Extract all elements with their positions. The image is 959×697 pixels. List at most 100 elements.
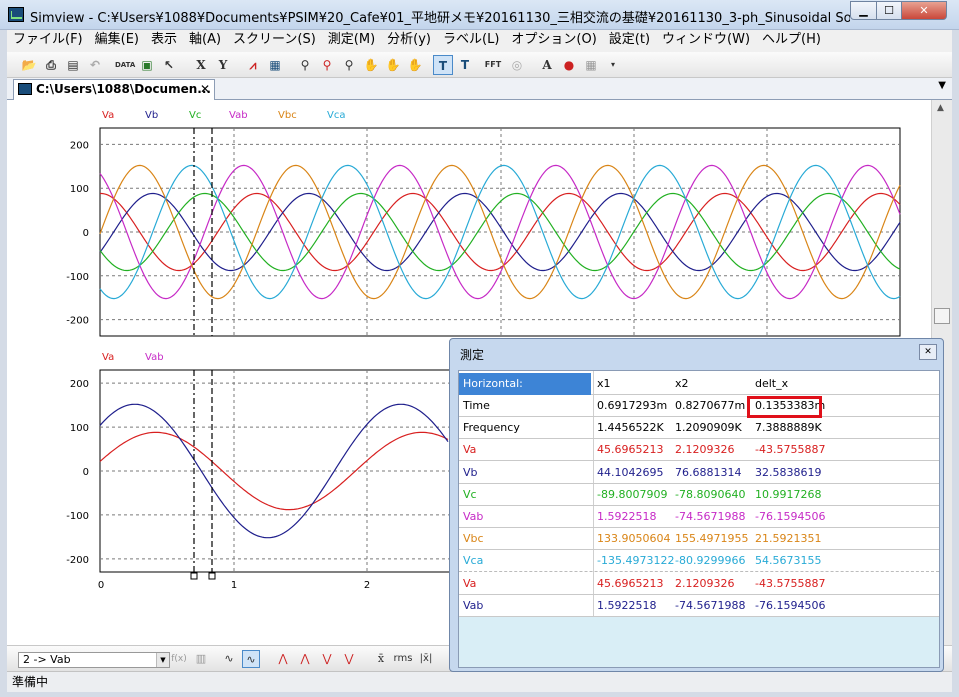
measure-header-row: Horizontal: x1 x2 delt_x	[459, 373, 939, 395]
scroll-up-icon[interactable]: ▲	[937, 103, 944, 113]
status-text: 準備中	[12, 675, 49, 689]
wave-selected-icon[interactable]: ∿	[242, 650, 260, 668]
main-toolbar: 📂 ⎙ ▤ ↶ DATA ▣ ↖ X Y ⩘ ▦ ⚲ ⚲ ⚲ ✋ ✋ ✋ T T…	[7, 52, 952, 78]
measure-cell-x2: 76.6881314	[675, 465, 742, 479]
settings-icon[interactable]: ◎	[507, 55, 527, 75]
valley-min-icon[interactable]: ⋁	[340, 650, 358, 668]
y-tick-label: 100	[70, 184, 89, 195]
document-tab-bar: C:\Users\1088\Documen... ✕ ▼	[7, 78, 952, 100]
graph-icon[interactable]: ⩘	[243, 55, 263, 75]
measure-cell-label: Vab	[463, 510, 484, 523]
pointer-icon[interactable]: ↖	[159, 55, 179, 75]
legend-label: Vc	[189, 110, 201, 121]
function-button[interactable]: f(x)	[170, 650, 188, 668]
measure-cell-x2: 2.1209326	[675, 576, 735, 590]
legend-label: Vab	[145, 352, 164, 363]
header-delta: delt_x	[755, 377, 789, 390]
abs-mean-icon[interactable]: |x̄|	[417, 650, 435, 668]
hand-icon[interactable]: ✋	[405, 55, 425, 75]
zoom-out-icon[interactable]: ⚲	[339, 55, 359, 75]
toolbar-overflow-icon[interactable]: ▾	[603, 55, 623, 75]
curve-select[interactable]: 2 -> Vab ▼	[18, 652, 170, 668]
screen-icon[interactable]: ▦	[265, 55, 285, 75]
measure-row: Time 0.6917293m 0.8270677m 0.1353383m	[459, 395, 939, 417]
peak-max-icon[interactable]: ⋀	[296, 650, 314, 668]
measure-row: Vbc 133.9050604 155.4971955 21.5921351	[459, 528, 939, 551]
menu-edit[interactable]: 編集(E)	[89, 30, 145, 50]
chevron-down-icon[interactable]: ▼	[156, 653, 169, 667]
export-icon[interactable]: ▦	[581, 55, 601, 75]
tab-document[interactable]: C:\Users\1088\Documen... ✕	[13, 79, 215, 100]
menu-option[interactable]: オプション(O)	[505, 30, 602, 50]
bottom-plot-x-ticks: 0 1 2	[98, 580, 370, 591]
chip-icon[interactable]: ▣	[137, 55, 157, 75]
rms-button[interactable]: rms	[391, 650, 415, 668]
measure-mark-icon[interactable]: T	[455, 55, 475, 75]
measure-cell-label: Vbc	[463, 532, 484, 546]
measure-cell-label: Va	[463, 576, 477, 590]
menu-view[interactable]: 表示	[145, 30, 183, 50]
measure-dialog-close-button[interactable]: ✕	[919, 344, 937, 360]
cursor-handle	[208, 572, 216, 580]
y-tick-label: -100	[66, 272, 89, 283]
pan-hand-icon[interactable]: ✋	[383, 55, 403, 75]
x-tick-label: 0	[98, 580, 104, 591]
y-tick-label: 0	[83, 228, 89, 239]
header-x1: x1	[597, 377, 611, 390]
header-horizontal[interactable]: Horizontal:	[459, 373, 591, 395]
y-tick-label: 200	[70, 379, 89, 390]
wave-icon[interactable]: ∿	[220, 650, 238, 668]
peak-icon[interactable]: ⋀	[274, 650, 292, 668]
undo-icon[interactable]: ↶	[85, 55, 105, 75]
text-icon[interactable]: A	[537, 55, 557, 75]
cursor-handle	[190, 572, 198, 580]
y-tick-label: -200	[66, 555, 89, 566]
measure-cursor-icon[interactable]: T	[433, 55, 453, 75]
measure-cell-x2: 155.4971955	[675, 532, 749, 546]
valley-icon[interactable]: ⋁	[318, 650, 336, 668]
minimize-button[interactable]: ▁	[850, 1, 877, 20]
open-icon[interactable]: 📂	[19, 55, 39, 75]
top-plot-legend: Va Vb Vc Vab Vbc Vca	[102, 110, 345, 121]
menu-settings[interactable]: 設定(t)	[603, 30, 656, 50]
measure-cell-delta: -76.1594506	[755, 598, 826, 612]
legend-label: Va	[102, 110, 114, 121]
tab-close-icon[interactable]: ✕	[200, 80, 210, 99]
y-axis-button[interactable]: Y	[213, 55, 233, 75]
menu-screen[interactable]: スクリーン(S)	[227, 30, 322, 50]
legend-label: Vb	[145, 110, 158, 121]
menu-window[interactable]: ウィンドウ(W)	[656, 30, 756, 50]
x-axis-button[interactable]: X	[191, 55, 211, 75]
menu-axis[interactable]: 軸(A)	[183, 30, 227, 50]
scroll-thumb[interactable]	[934, 308, 950, 324]
mean-icon[interactable]: x̄	[372, 650, 390, 668]
top-plot-grid	[100, 128, 900, 336]
header-x2: x2	[675, 377, 689, 390]
measure-cell-x1: 45.6965213	[597, 443, 664, 457]
measure-cell-label: Vab	[463, 598, 484, 612]
fft-button[interactable]: FFT	[483, 55, 503, 75]
measure-dialog[interactable]: 測定 ✕ Horizontal: x1 x2 delt_x Time 0.6917…	[449, 338, 944, 672]
data-icon[interactable]: DATA	[115, 55, 135, 75]
menu-help[interactable]: ヘルプ(H)	[756, 30, 827, 50]
menu-file[interactable]: ファイル(F)	[7, 30, 89, 50]
print-icon[interactable]: ⎙	[41, 55, 61, 75]
bar-chart-icon[interactable]: ▥	[192, 650, 210, 668]
close-button[interactable]: ✕	[901, 1, 947, 20]
menu-measure[interactable]: 測定(M)	[322, 30, 381, 50]
zoom-in-icon[interactable]: ⚲	[317, 55, 337, 75]
menu-label[interactable]: ラベル(L)	[437, 30, 505, 50]
window-title: Simview - C:¥Users¥1088¥Documents¥PSIM¥2…	[30, 11, 850, 26]
y-tick-label: 200	[70, 140, 89, 151]
measure-cell-label: Vca	[463, 554, 484, 568]
document-icon	[18, 83, 32, 95]
maximize-button[interactable]: ☐	[876, 1, 902, 20]
pan-icon[interactable]: ✋	[361, 55, 381, 75]
measure-cell-x2: -74.5671988	[675, 598, 746, 612]
record-icon[interactable]: ●	[559, 55, 579, 75]
measure-cell-delta: -43.5755887	[755, 443, 826, 457]
menu-analysis[interactable]: 分析(y)	[381, 30, 437, 50]
tab-list-icon[interactable]: ▼	[938, 80, 946, 91]
copy-icon[interactable]: ▤	[63, 55, 83, 75]
zoom-icon[interactable]: ⚲	[295, 55, 315, 75]
